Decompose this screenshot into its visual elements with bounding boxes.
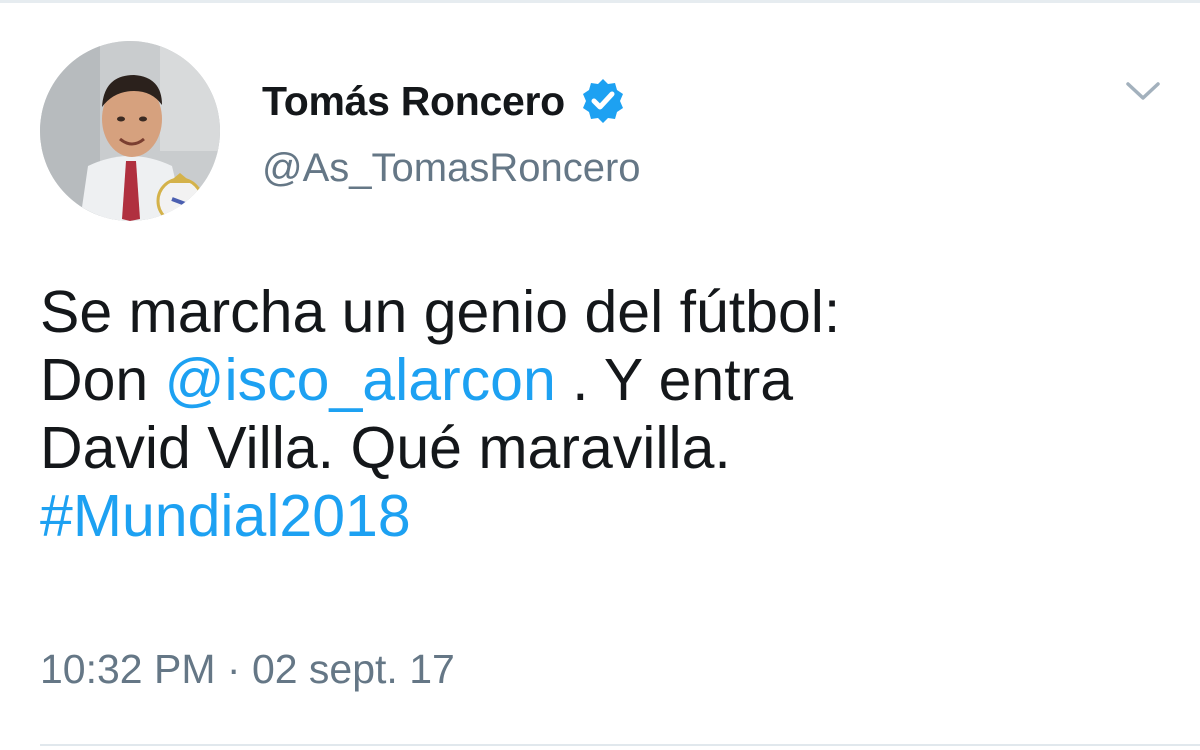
bottom-divider <box>40 744 1200 746</box>
tweet-text: Se marcha un genio del fútbol: Don @isco… <box>40 278 1160 550</box>
tweet-line-2-suffix: . Y entra <box>555 347 794 413</box>
mention-link[interactable]: @isco_alarcon <box>165 347 556 413</box>
hashtag-link[interactable]: #Mundial2018 <box>40 483 411 549</box>
display-name[interactable]: Tomás Roncero <box>262 78 565 125</box>
tweet-line-2-prefix: Don <box>40 347 165 413</box>
tweet-line-4: #Mundial2018 <box>40 482 1160 550</box>
user-info: Tomás Roncero @As_TomasRoncero <box>262 74 641 191</box>
tweet-line-3: David Villa. Qué maravilla. <box>40 415 731 481</box>
verified-badge-icon <box>579 77 627 125</box>
tweet-date: 02 sept. 17 <box>251 646 455 692</box>
avatar-photo <box>40 41 220 221</box>
user-handle[interactable]: @As_TomasRoncero <box>262 146 641 191</box>
tweet-card: Tomás Roncero @As_TomasRoncero Se marcha… <box>0 0 1200 750</box>
timestamp-separator: · <box>215 646 252 692</box>
tweet-line-1: Se marcha un genio del fútbol: <box>40 279 841 345</box>
name-row: Tomás Roncero <box>262 74 641 128</box>
timestamp[interactable]: 10:32 PM · 02 sept. 17 <box>40 646 455 693</box>
tweet-line-2: Don @isco_alarcon . Y entra <box>40 346 1160 414</box>
chevron-down-icon[interactable] <box>1122 76 1164 106</box>
avatar[interactable] <box>40 41 220 221</box>
tweet-time: 10:32 PM <box>40 646 216 692</box>
